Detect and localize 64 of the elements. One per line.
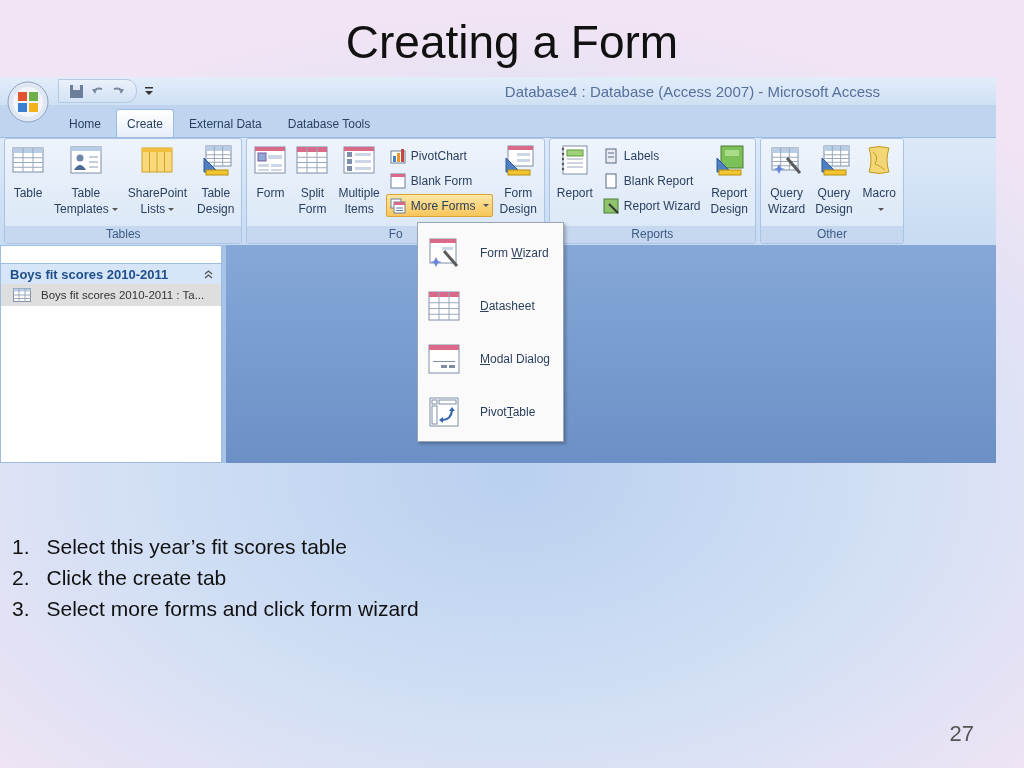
report-ruler-icon (713, 144, 746, 176)
page-number: 27 (949, 721, 974, 747)
ribbon-button[interactable]: Macro (858, 142, 900, 219)
slide-title: Creating a Form (345, 16, 679, 68)
ribbon-button[interactable]: Query Design (811, 142, 857, 219)
ribbon-button[interactable]: Report Wizard (598, 194, 705, 217)
ribbon-tab[interactable]: External Data (178, 109, 273, 137)
card-icon (69, 144, 102, 176)
ribbon-button[interactable]: Report (552, 142, 597, 203)
ribbon-button[interactable]: SharePoint Lists (123, 142, 192, 219)
group-label: Reports (631, 227, 674, 241)
table-wand-icon (770, 144, 803, 176)
dialog-window-icon (428, 342, 460, 375)
ribbon-tab[interactable]: Database Tools (276, 109, 382, 137)
ribbon-button[interactable]: Blank Form (385, 169, 494, 192)
step-number: 3. (12, 596, 30, 622)
ribbon-button[interactable]: Blank Report (598, 169, 705, 192)
wand-icon (602, 197, 619, 214)
ribbon-button[interactable]: Report Design (706, 142, 752, 219)
menu-item[interactable]: Datasheet (418, 279, 563, 332)
stacked-forms-icon (389, 197, 406, 214)
step-text: Click the create tab (46, 565, 227, 591)
table-icon (12, 144, 44, 176)
ribbon-button[interactable]: Query Wizard (763, 142, 810, 219)
nav-item[interactable]: Boys fit scores 2010-2011 : Ta... (1, 284, 221, 306)
ribbon-button[interactable]: Table Design (193, 142, 239, 219)
step-text: Select this year’s fit scores table (46, 534, 347, 560)
menu-item[interactable]: Form Wizard (418, 226, 563, 279)
step-number: 2. (12, 565, 30, 591)
ribbon-button[interactable]: Multiple Items (334, 142, 384, 219)
ribbon-button[interactable]: Table Templates (50, 142, 122, 219)
form-wizard-icon (428, 236, 460, 269)
table-icon (13, 288, 31, 302)
save-icon (69, 83, 84, 99)
menu-item[interactable]: PivotTable (418, 385, 563, 438)
ribbon-button[interactable]: Form Design (495, 142, 541, 219)
ribbon-button[interactable]: Split Form (292, 142, 333, 219)
columns-icon (141, 144, 174, 176)
nav-group-header[interactable]: Boys fit scores 2010-2011 (1, 263, 221, 284)
form-icon (254, 144, 287, 176)
group-label: Other (816, 227, 847, 241)
form-ruler-icon (502, 144, 535, 176)
ribbon-button[interactable]: Labels (598, 144, 705, 167)
ribbon-button[interactable]: Form (250, 142, 291, 203)
group-label: Fo (388, 227, 403, 241)
customize-toolbar-icon (145, 86, 153, 96)
step-text: Select more forms and click form wizard (46, 596, 419, 622)
list-icon (343, 144, 376, 176)
ribbon-button[interactable]: More Forms (385, 194, 494, 217)
window-title: Database4 : Database (Access 2007) - Microsoft Access (504, 82, 880, 100)
ribbon-button[interactable]: PivotChart (385, 144, 494, 167)
page-icon (602, 147, 619, 164)
group-label: Tables (105, 227, 141, 241)
ribbon-tab[interactable]: Create (116, 109, 175, 137)
datasheet-icon (428, 289, 460, 322)
ribbon-tab[interactable]: Home (58, 109, 112, 137)
split-form-icon (296, 144, 329, 176)
pivot-table-icon (428, 395, 460, 428)
step-number: 1. (12, 534, 30, 560)
blank-page-icon (602, 172, 619, 189)
chart-icon (389, 147, 406, 164)
menu-item[interactable]: Modal Dialog (418, 332, 563, 385)
ribbon-button[interactable]: Table (8, 142, 48, 203)
blank-form-icon (389, 172, 406, 189)
